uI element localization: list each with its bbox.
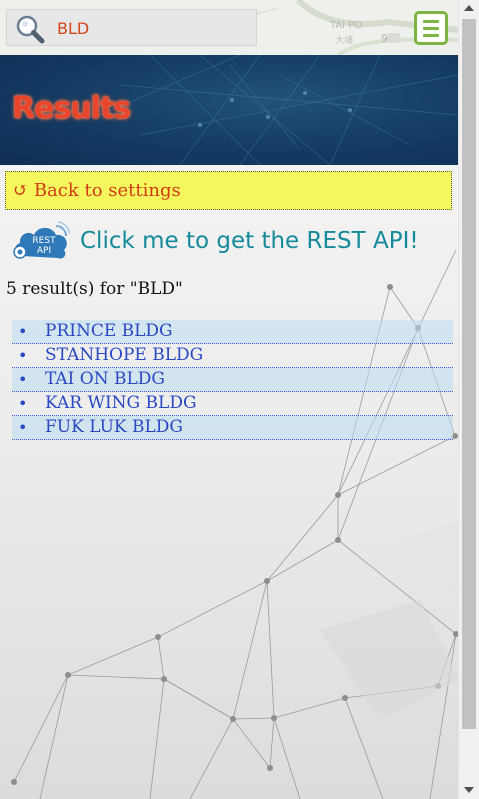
result-name[interactable]: STANHOPE BLDG [45, 345, 203, 365]
list-item[interactable]: • PRINCE BLDG [12, 320, 453, 344]
rest-api-link[interactable]: REST API Click me to get the REST API! [12, 220, 442, 265]
results-banner: Results [0, 55, 458, 165]
search-input[interactable]: BLD [57, 19, 89, 38]
menu-button[interactable] [414, 11, 448, 45]
rest-icon-line1: REST [32, 236, 56, 246]
list-item[interactable]: • STANHOPE BLDG [12, 344, 453, 368]
rest-api-label: Click me to get the REST API! [80, 228, 419, 254]
back-button-label: Back to settings [33, 180, 181, 201]
refresh-icon: ↺ [13, 180, 29, 201]
list-bullet: • [18, 322, 28, 341]
result-name[interactable]: FUK LUK BLDG [45, 417, 183, 437]
scrollbar-thumb[interactable] [462, 19, 476, 729]
result-summary: 5 result(s) for "BLD" [6, 279, 183, 299]
menu-icon [423, 27, 439, 30]
scroll-down-arrow-icon[interactable] [464, 787, 474, 793]
list-bullet: • [18, 418, 28, 437]
search-bar[interactable]: BLD [6, 9, 257, 46]
list-bullet: • [18, 394, 28, 413]
list-bullet: • [18, 370, 28, 389]
result-name[interactable]: PRINCE BLDG [45, 321, 173, 341]
results-list: • PRINCE BLDG • STANHOPE BLDG • TAI ON B… [12, 320, 453, 440]
list-item[interactable]: • KAR WING BLDG [12, 392, 453, 416]
scroll-up-arrow-icon[interactable] [464, 5, 474, 11]
result-name[interactable]: KAR WING BLDG [45, 393, 197, 413]
menu-icon [423, 34, 439, 37]
list-item[interactable]: • TAI ON BLDG [12, 368, 453, 392]
map-top-bar: TAI PO 大埔 9 BLD [0, 0, 458, 55]
result-name[interactable]: TAI ON BLDG [45, 369, 165, 389]
list-item[interactable]: • FUK LUK BLDG [12, 416, 453, 440]
cloud-api-icon: REST API [13, 221, 70, 259]
back-to-settings-button[interactable]: ↺ Back to settings [5, 171, 452, 210]
page-title: Results [12, 91, 131, 126]
map-label-zh: 大埔 [335, 36, 354, 46]
map-road-number: 9 [381, 32, 388, 45]
map-label-en: TAI PO [330, 20, 363, 31]
rest-icon-line2: API [37, 246, 51, 256]
menu-icon [423, 20, 439, 23]
search-icon[interactable] [15, 14, 45, 44]
vertical-scrollbar[interactable] [458, 0, 479, 799]
list-bullet: • [18, 346, 28, 365]
